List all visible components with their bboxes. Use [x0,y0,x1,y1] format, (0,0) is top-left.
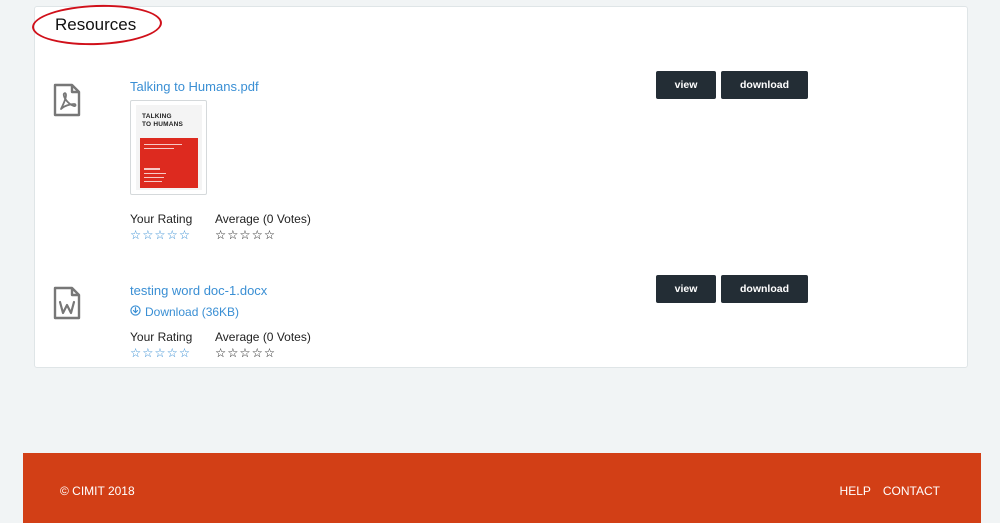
download-circle-icon [130,305,141,319]
footer: © CIMIT 2018 HELP CONTACT [23,453,981,523]
download-size-label: Download (36KB) [145,305,240,319]
contact-link[interactable]: CONTACT [883,484,940,498]
book-cover-image: TALKING TO HUMANS [136,105,202,190]
help-link[interactable]: HELP [840,484,871,498]
word-file-icon [53,286,81,325]
download-button[interactable]: download [721,71,808,99]
footer-nav: HELP CONTACT [840,484,940,498]
cover-red-block [140,138,198,188]
resources-card: Resources Talking to Humans.pdf TALKING … [31,2,968,368]
cover-title: TALKING TO HUMANS [142,113,184,128]
average-rating-label: Average (0 Votes) [215,330,311,344]
view-button[interactable]: view [656,71,716,99]
your-rating-label: Your Rating [130,212,193,226]
download-button[interactable]: download [721,275,808,303]
your-rating-stars[interactable]: ☆☆☆☆☆ [130,346,191,360]
pdf-file-icon [53,83,81,122]
download-size-link[interactable]: Download (36KB) [130,305,239,319]
pdf-file-link[interactable]: Talking to Humans.pdf [130,79,259,94]
your-rating-stars[interactable]: ☆☆☆☆☆ [130,228,191,242]
average-rating-stars: ☆☆☆☆☆ [215,346,277,360]
docx-file-link[interactable]: testing word doc-1.docx [130,283,267,298]
resources-title: Resources [55,15,137,34]
pdf-thumbnail[interactable]: TALKING TO HUMANS [130,100,207,195]
average-rating-stars: ☆☆☆☆☆ [215,228,277,242]
your-rating-label: Your Rating [130,330,193,344]
average-rating-label: Average (0 Votes) [215,212,311,226]
view-button[interactable]: view [656,275,716,303]
copyright-text: © CIMIT 2018 [60,484,135,498]
